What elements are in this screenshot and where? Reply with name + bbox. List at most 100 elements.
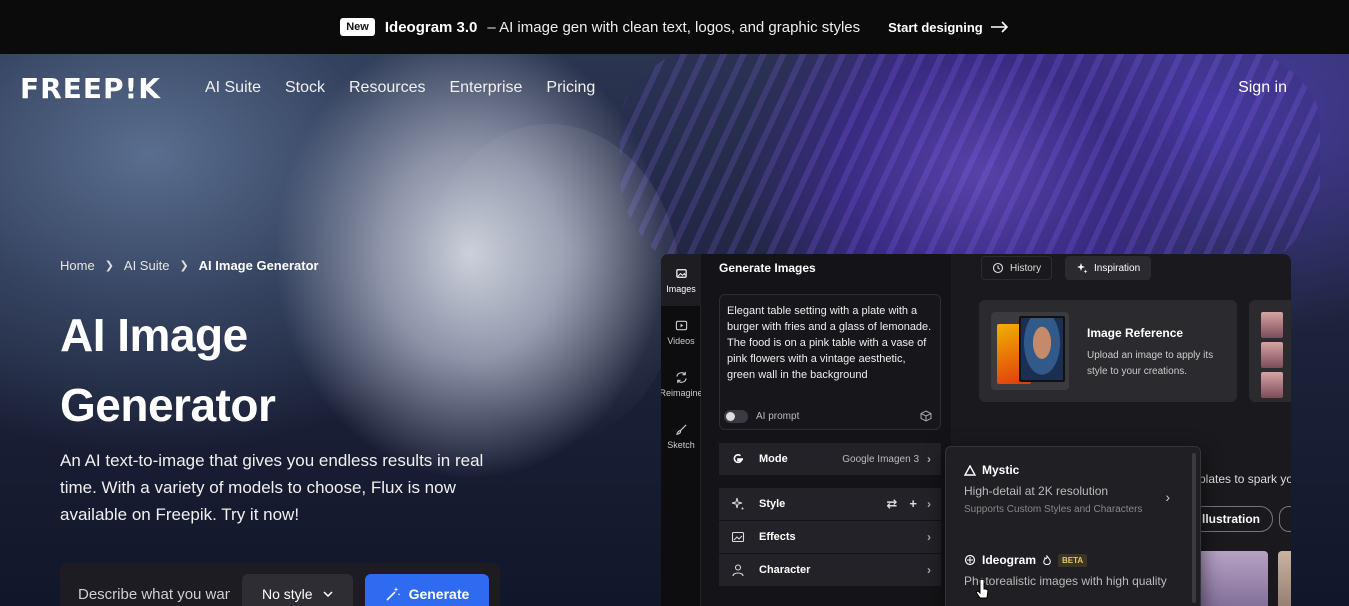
effects-row[interactable]: Effects › xyxy=(719,521,941,553)
generate-images-title: Generate Images xyxy=(719,261,816,275)
plus-icon[interactable]: + xyxy=(909,496,917,512)
chevron-right-icon: › xyxy=(927,452,931,466)
chevron-right-icon: › xyxy=(927,530,931,544)
model-option-ideogram[interactable]: Ideogram BETA Photorealistic images with… xyxy=(964,553,1174,590)
page-title: AI Image Generator xyxy=(60,309,276,431)
dropdown-scrollbar[interactable] xyxy=(1192,453,1196,603)
model-option-mystic[interactable]: Mystic High-detail at 2K resolution Supp… xyxy=(964,463,1174,517)
inspiration-tile[interactable] xyxy=(1278,551,1291,606)
chevron-right-icon: ❯ xyxy=(104,260,114,272)
main-nav: FREEP!K AI Suite Stock Resources Enterpr… xyxy=(0,54,1349,122)
page-subtitle: An AI text-to-image that gives you endle… xyxy=(60,451,484,524)
sidebar-item-images[interactable]: Images xyxy=(661,254,701,306)
tab-inspiration-label: Inspiration xyxy=(1094,262,1141,274)
mode-label: Mode xyxy=(759,453,788,465)
chevron-down-icon xyxy=(323,591,333,597)
generate-column: Generate Images Elegant table setting wi… xyxy=(701,254,951,606)
style-row[interactable]: Style ⇄ + › xyxy=(719,488,941,520)
character-row[interactable]: Character › xyxy=(719,554,941,586)
chip-more[interactable] xyxy=(1279,506,1291,532)
beta-badge: BETA xyxy=(1058,553,1088,567)
nav-link-resources[interactable]: Resources xyxy=(349,79,425,97)
triangle-icon xyxy=(964,464,976,476)
cube-icon[interactable] xyxy=(920,410,932,422)
mode-value: Google Imagen 3 xyxy=(842,453,919,465)
breadcrumb: Home ❯ AI Suite ❯ AI Image Generator xyxy=(60,258,319,273)
style-label: Style xyxy=(759,498,786,510)
nav-link-ai-suite[interactable]: AI Suite xyxy=(205,79,261,97)
style-select[interactable]: No style xyxy=(242,574,353,606)
image-reference-card[interactable]: Image Reference Upload an image to apply… xyxy=(979,300,1237,402)
tab-inspiration[interactable]: Inspiration xyxy=(1065,256,1152,280)
video-icon xyxy=(675,320,687,330)
sparkles-icon xyxy=(1077,263,1088,274)
flame-icon xyxy=(1043,554,1051,565)
toggle-switch[interactable] xyxy=(724,410,748,423)
prompt-input[interactable] xyxy=(78,574,230,603)
new-badge: New xyxy=(340,18,375,36)
image-reference-description: Upload an image to apply its style to yo… xyxy=(1087,350,1214,377)
sidebar-item-reimagine[interactable]: Reimagine xyxy=(661,358,703,410)
app-sidebar: Images Videos Reimagine Sketch xyxy=(661,254,703,606)
mouse-cursor-icon xyxy=(975,578,989,599)
sidebar-item-label: Sketch xyxy=(667,439,695,450)
generate-label: Generate xyxy=(408,586,470,602)
breadcrumb-ai-suite[interactable]: AI Suite xyxy=(124,258,170,273)
model-subtext: Supports Custom Styles and Characters xyxy=(964,504,1143,515)
nav-link-enterprise[interactable]: Enterprise xyxy=(449,79,522,97)
history-icon xyxy=(992,262,1004,274)
inspiration-tile[interactable] xyxy=(1196,551,1268,606)
google-icon xyxy=(733,454,743,464)
ideogram-icon xyxy=(964,554,976,566)
chevron-right-icon[interactable]: › xyxy=(1165,489,1170,505)
nav-links: AI Suite Stock Resources Enterprise Pric… xyxy=(205,79,595,97)
sparkle-icon xyxy=(731,497,744,510)
image-effects-icon xyxy=(731,531,745,543)
chevron-right-icon: › xyxy=(927,563,931,577)
breadcrumb-home[interactable]: Home xyxy=(60,258,95,273)
start-designing-label: Start designing xyxy=(888,19,983,35)
templates-text: plates to spark yo xyxy=(1199,472,1291,486)
chevron-right-icon: › xyxy=(927,497,931,511)
model-name: Mystic xyxy=(982,463,1020,477)
prompt-bar: No style Generate xyxy=(60,563,500,606)
announcement-bar: New Ideogram 3.0 – AI image gen with cle… xyxy=(0,0,1349,54)
image-reference-thumbnail xyxy=(991,312,1069,390)
arrow-right-icon xyxy=(990,21,1008,33)
chevron-right-icon: ❯ xyxy=(179,260,189,272)
sidebar-item-label: Reimagine xyxy=(661,387,703,398)
app-prompt-text: Elegant table setting with a plate with … xyxy=(727,305,932,381)
model-description: Photorealistic images with high quality xyxy=(964,574,1167,588)
user-icon xyxy=(732,564,744,577)
sidebar-item-label: Images xyxy=(666,283,696,294)
announcement-description: – AI image gen with clean text, logos, a… xyxy=(487,18,861,36)
ai-prompt-toggle[interactable]: AI prompt xyxy=(724,410,799,423)
sidebar-item-label: Videos xyxy=(667,335,695,346)
sign-in-link[interactable]: Sign in xyxy=(1238,79,1287,97)
model-description: High-detail at 2K resolution xyxy=(964,484,1109,498)
nav-link-pricing[interactable]: Pricing xyxy=(546,79,595,97)
style-actions: ⇄ + xyxy=(887,496,918,512)
image-reference-title: Image Reference xyxy=(1087,326,1184,340)
start-designing-link[interactable]: Start designing xyxy=(888,20,1009,35)
generate-button[interactable]: Generate xyxy=(364,574,490,606)
images-icon xyxy=(675,268,687,278)
effects-label: Effects xyxy=(759,531,796,543)
shuffle-icon[interactable]: ⇄ xyxy=(887,496,898,512)
chip-illustration[interactable]: llustration xyxy=(1189,506,1274,532)
app-prompt-textarea[interactable]: Elegant table setting with a plate with … xyxy=(719,294,941,430)
reimagine-icon xyxy=(675,371,687,383)
freepik-logo[interactable]: FREEP!K xyxy=(20,72,161,105)
character-reference-card[interactable] xyxy=(1249,300,1291,402)
hero-face-art xyxy=(420,124,680,444)
sidebar-item-sketch[interactable]: Sketch xyxy=(661,410,701,462)
character-label: Character xyxy=(759,564,811,576)
announcement-title: Ideogram 3.0 xyxy=(384,18,478,36)
magic-wand-icon xyxy=(386,587,400,601)
nav-link-stock[interactable]: Stock xyxy=(285,79,325,97)
breadcrumb-current: AI Image Generator xyxy=(198,258,319,273)
sidebar-item-videos[interactable]: Videos xyxy=(661,306,701,358)
tab-history[interactable]: History xyxy=(981,256,1053,280)
mode-row[interactable]: Mode Google Imagen 3 › xyxy=(719,443,941,475)
ai-prompt-label: AI prompt xyxy=(756,411,800,422)
